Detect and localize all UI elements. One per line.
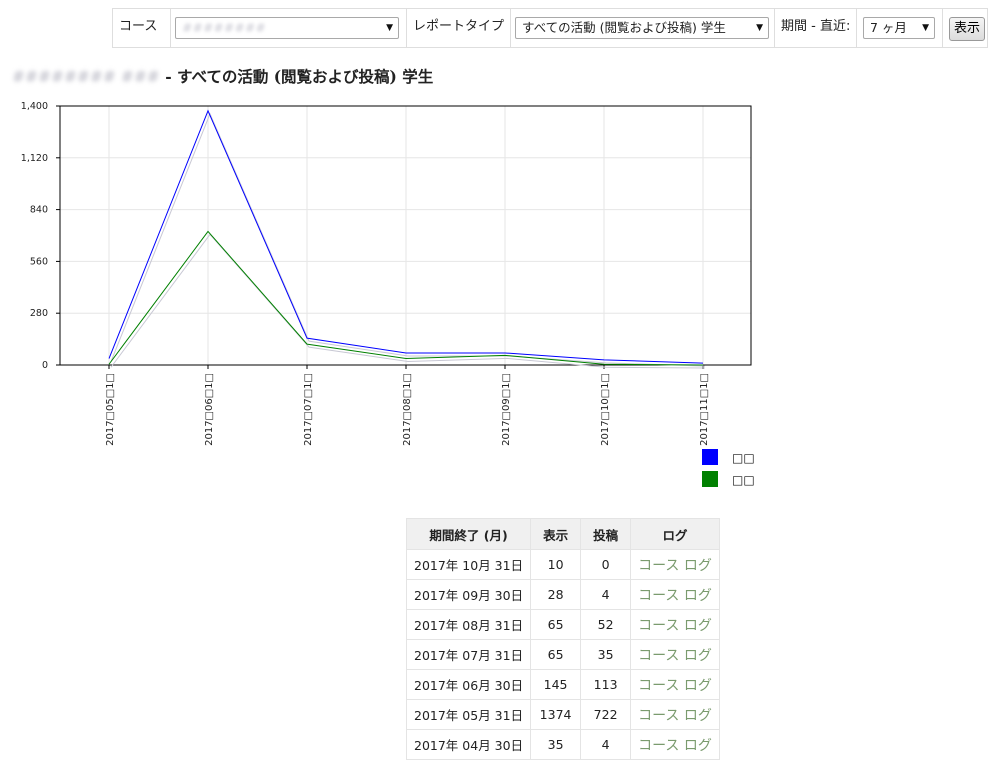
row-date: 2017年 09月 30日 (405, 579, 532, 610)
show-button[interactable]: 表示 (949, 17, 986, 41)
course-log-link[interactable]: コース ログ (638, 558, 712, 574)
table-row: 2017年 07月 31日 65 35 コース ログ (405, 639, 720, 670)
row-log-cell: コース ログ (630, 549, 720, 580)
row-log-cell: コース ログ (630, 609, 720, 640)
series-shadow-line (110, 233, 706, 369)
period-select-value: 7 ヶ月 (870, 20, 907, 35)
report-type-label-cell: レポートタイプ (407, 9, 511, 47)
row-date: 2017年 08月 31日 (405, 609, 532, 640)
course-log-link[interactable]: コース ログ (638, 738, 712, 754)
activity-line-chart: 0 280 560 840 1,120 1,400 2017□05□1□ 2017□06□1□… (21, 101, 755, 487)
row-posts: 35 (580, 639, 632, 670)
x-tick-label: 2017□09□1□ (501, 373, 512, 446)
x-tick-label: 2017□06□1□ (204, 373, 215, 446)
course-log-link[interactable]: コース ログ (638, 708, 712, 724)
report-type-label: レポートタイプ (413, 19, 505, 34)
chevron-down-icon: ▼ (386, 23, 393, 33)
table-row: 2017年 04月 30日 35 4 コース ログ (405, 729, 720, 760)
row-views: 65 (530, 639, 582, 670)
y-tick-label: 0 (42, 360, 48, 371)
course-label: コース (119, 19, 158, 34)
row-log-cell: コース ログ (630, 639, 720, 670)
activity-table: 期間終了 (月) 表示 投稿 ログ 2017年 10月 31日 10 0 コース… (405, 518, 720, 760)
series-shadow-line (110, 112, 706, 367)
course-select[interactable]: ######## ▼ (175, 17, 399, 39)
period-select-cell: 7 ヶ月 ▼ (857, 9, 943, 47)
course-select-value: ######## (182, 20, 266, 35)
header-posts: 投稿 (580, 518, 632, 550)
row-posts: 4 (580, 729, 632, 760)
row-views: 1374 (530, 699, 582, 730)
course-select-cell: ######## ▼ (171, 9, 407, 47)
course-label-cell: コース (113, 9, 171, 47)
period-label-cell: 期間 - 直近: (775, 9, 857, 47)
y-tick-label: 560 (30, 256, 48, 267)
row-posts: 113 (580, 669, 632, 700)
row-log-cell: コース ログ (630, 699, 720, 730)
x-tick-label: 2017□07□1□ (303, 373, 314, 446)
course-log-link[interactable]: コース ログ (638, 618, 712, 634)
row-posts: 4 (580, 579, 632, 610)
row-date: 2017年 05月 31日 (405, 699, 532, 730)
legend-label: □□ (732, 473, 755, 487)
table-row: 2017年 08月 31日 65 52 コース ログ (405, 609, 720, 640)
row-log-cell: コース ログ (630, 669, 720, 700)
row-views: 65 (530, 609, 582, 640)
row-views: 145 (530, 669, 582, 700)
report-type-select[interactable]: すべての活動 (閲覧および投稿) 学生 ▼ (515, 17, 769, 39)
chevron-down-icon: ▼ (922, 23, 929, 33)
row-posts: 52 (580, 609, 632, 640)
table-row: 2017年 05月 31日 1374 722 コース ログ (405, 699, 720, 730)
table-row: 2017年 06月 30日 145 113 コース ログ (405, 669, 720, 700)
row-posts: 722 (580, 699, 632, 730)
x-tick-label: 2017□10□1□ (600, 373, 611, 446)
course-log-link[interactable]: コース ログ (638, 588, 712, 604)
row-date: 2017年 06月 30日 (405, 669, 532, 700)
row-date: 2017年 10月 31日 (405, 549, 532, 580)
table-row: 2017年 09月 30日 28 4 コース ログ (405, 579, 720, 610)
row-views: 35 (530, 729, 582, 760)
course-name: ######## ### (12, 68, 160, 86)
page-title: ######## ### - すべての活動 (閲覧および投稿) 学生 (12, 65, 433, 87)
header-views: 表示 (530, 518, 582, 550)
table-header-row: 期間終了 (月) 表示 投稿 ログ (405, 518, 720, 550)
x-tick-label: 2017□11□1□ (699, 373, 710, 446)
period-label: 期間 - 直近: (781, 19, 851, 34)
legend-swatch (702, 471, 718, 487)
row-date: 2017年 07月 31日 (405, 639, 532, 670)
report-type-select-cell: すべての活動 (閲覧および投稿) 学生 ▼ (511, 9, 775, 47)
legend-swatch (702, 449, 718, 465)
row-date: 2017年 04月 30日 (405, 729, 532, 760)
y-tick-label: 1,400 (21, 101, 48, 112)
header-period-end: 期間終了 (月) (405, 518, 532, 550)
row-log-cell: コース ログ (630, 729, 720, 760)
header-log: ログ (630, 518, 720, 550)
report-title: - すべての活動 (閲覧および投稿) 学生 (159, 67, 434, 86)
row-views: 10 (530, 549, 582, 580)
table-row: 2017年 10月 31日 10 0 コース ログ (405, 549, 720, 580)
show-button-cell: 表示 (943, 9, 987, 47)
period-select[interactable]: 7 ヶ月 ▼ (863, 17, 935, 39)
y-tick-label: 1,120 (21, 153, 48, 164)
y-tick-label: 840 (30, 205, 48, 216)
course-log-link[interactable]: コース ログ (638, 678, 712, 694)
x-tick-label: 2017□05□1□ (105, 373, 116, 446)
y-tick-label: 280 (30, 308, 48, 319)
row-log-cell: コース ログ (630, 579, 720, 610)
x-tick-label: 2017□08□1□ (402, 373, 413, 446)
report-filter-bar: コース ######## ▼ レポートタイプ すべての活動 (閲覧および投稿) … (112, 8, 988, 48)
row-views: 28 (530, 579, 582, 610)
row-posts: 0 (580, 549, 632, 580)
chevron-down-icon: ▼ (756, 23, 763, 33)
course-log-link[interactable]: コース ログ (638, 648, 712, 664)
report-type-select-value: すべての活動 (閲覧および投稿) 学生 (522, 20, 726, 35)
legend-label: □□ (732, 451, 755, 465)
